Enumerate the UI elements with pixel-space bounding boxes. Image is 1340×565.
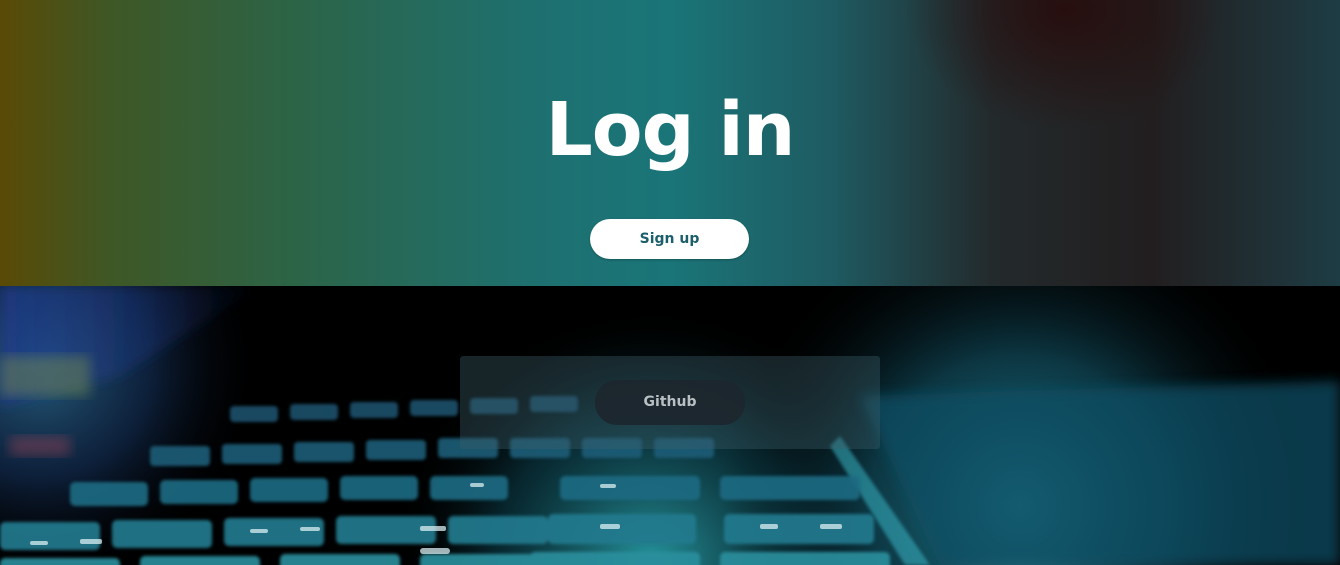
auth-panel: Github [460, 356, 880, 449]
github-login-button[interactable]: Github [595, 380, 745, 425]
signup-button[interactable]: Sign up [590, 219, 749, 259]
page-title: Log in [545, 87, 796, 173]
hero-banner: Log in Sign up [0, 0, 1340, 286]
keyboard-background: Github [0, 286, 1340, 565]
